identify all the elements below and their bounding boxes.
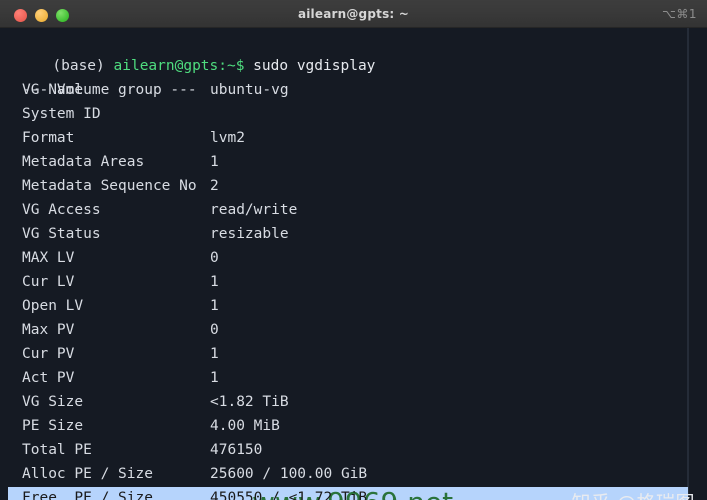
window-titlebar[interactable]: ailearn@gpts: ~ ⌥⌘1 (0, 0, 707, 28)
output-row-label: MAX LV (22, 250, 75, 266)
output-row-label: Metadata Sequence No (22, 178, 197, 194)
terminal-output-area[interactable]: (base) ailearn@gpts:~$ sudo vgdisplay --… (0, 28, 707, 500)
output-row-label: Free PE / Size (22, 490, 153, 500)
output-row: Free PE / Size 450550 / <1.72 TiB (0, 486, 707, 500)
output-row-label: Format (22, 130, 75, 146)
output-row: Total PE 476150 (0, 438, 707, 462)
output-row-value: 2 (210, 178, 219, 194)
output-row: Format lvm2 (0, 126, 707, 150)
output-row: Alloc PE / Size 25600 / 100.00 GiB (0, 462, 707, 486)
output-row-value: 0 (210, 322, 219, 338)
output-row-label: Metadata Areas (22, 154, 145, 170)
output-row: Cur PV 1 (0, 342, 707, 366)
output-row-value: 0 (210, 250, 219, 266)
output-row-label: VG Name (22, 82, 84, 98)
output-row: System ID (0, 102, 707, 126)
output-section-header: --- Volume group --- (0, 54, 707, 98)
output-row-value: lvm2 (210, 130, 245, 146)
output-row: VG Access read/write (0, 198, 707, 222)
output-row-label: VG Status (22, 226, 101, 242)
output-row-label: VG Size (22, 394, 84, 410)
output-row: Max PV 0 (0, 318, 707, 342)
output-row-label: Cur LV (22, 274, 75, 290)
output-row: Open LV 1 (0, 294, 707, 318)
output-row-label: Max PV (22, 322, 75, 338)
output-row: VG Size <1.82 TiB (0, 390, 707, 414)
output-row-value: <1.82 TiB (210, 394, 289, 410)
output-row-label: System ID (22, 106, 101, 122)
output-row-value: 4.00 MiB (210, 418, 280, 434)
output-row-label: Total PE (22, 442, 92, 458)
output-row: MAX LV 0 (0, 246, 707, 270)
terminal-window: ailearn@gpts: ~ ⌥⌘1 (base) ailearn@gpts:… (0, 0, 707, 500)
window-title: ailearn@gpts: ~ (297, 7, 410, 21)
output-row-value: 1 (210, 274, 219, 290)
output-row-label: VG Access (22, 202, 101, 218)
output-row-value: 476150 (210, 442, 263, 458)
output-row: VG Status resizable (0, 222, 707, 246)
output-row-label: Alloc PE / Size (22, 466, 153, 482)
output-row-value: 450550 / <1.72 TiB (210, 490, 368, 500)
output-row: VG Name ubuntu-vg (0, 78, 707, 102)
output-row-value: 1 (210, 154, 219, 170)
output-row-value: resizable (210, 226, 289, 242)
output-row: Metadata Areas 1 (0, 150, 707, 174)
output-row-value: 1 (210, 346, 219, 362)
output-row-value: read/write (210, 202, 298, 218)
output-row-value: 25600 / 100.00 GiB (210, 466, 368, 482)
output-row-label: Open LV (22, 298, 84, 314)
output-row: PE Size 4.00 MiB (0, 414, 707, 438)
output-row-value: 1 (210, 298, 219, 314)
prompt-line-command: (base) ailearn@gpts:~$ sudo vgdisplay (0, 30, 375, 74)
output-row-label: Act PV (22, 370, 75, 386)
keyboard-shortcut-badge: ⌥⌘1 (662, 7, 697, 21)
output-row: Metadata Sequence No 2 (0, 174, 707, 198)
output-row-label: Cur PV (22, 346, 75, 362)
output-row-label: PE Size (22, 418, 84, 434)
output-row: Act PV 1 (0, 366, 707, 390)
output-row-value: ubuntu-vg (210, 82, 289, 98)
output-row: Cur LV 1 (0, 270, 707, 294)
output-row-value: 1 (210, 370, 219, 386)
